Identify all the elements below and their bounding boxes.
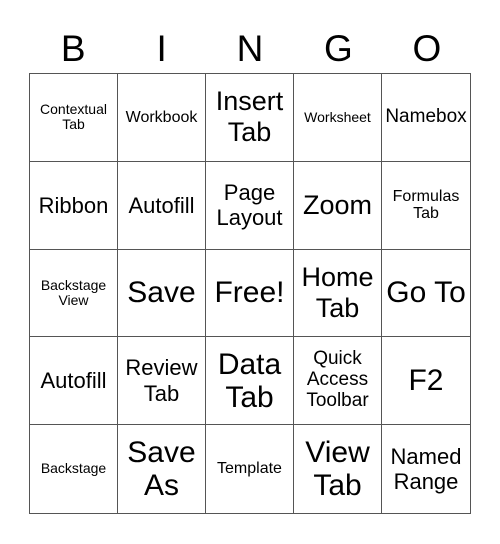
bingo-cell[interactable]: Ribbon [30,161,118,250]
free-space-cell[interactable]: Free! [206,249,294,338]
bingo-cell[interactable]: Quick Access Toolbar [294,337,382,426]
bingo-cell[interactable]: Save As [118,425,206,513]
bingo-cell[interactable]: Insert Tab [206,74,294,162]
bingo-cell[interactable]: Contextual Tab [30,74,118,162]
bingo-cell[interactable]: Autofill [30,337,118,426]
header-letter-g: G [324,28,353,69]
bingo-card: Contextual Tab Workbook Insert Tab Works… [29,73,471,514]
bingo-cell[interactable]: Worksheet [294,74,382,162]
bingo-cell[interactable]: Backstage [30,425,118,513]
bingo-cell[interactable]: F2 [382,337,470,426]
header-letter-o: O [412,28,442,69]
bingo-cell[interactable]: Workbook [118,74,206,162]
bingo-cell[interactable]: Named Range [382,425,470,513]
bingo-cell[interactable]: Save [118,249,206,338]
bingo-cell[interactable]: Data Tab [206,337,294,426]
bingo-cell[interactable]: Backstage View [30,249,118,338]
bingo-cell[interactable]: View Tab [294,425,382,513]
bingo-cell[interactable]: Go To [382,250,470,338]
bingo-cell[interactable]: Review Tab [118,337,206,426]
bingo-cell[interactable]: Namebox [382,74,470,162]
header-letter-b: B [60,28,86,69]
bingo-cell[interactable]: Template [206,425,294,513]
bingo-cell[interactable]: Page Layout [206,161,294,250]
bingo-cell[interactable]: Home Tab [294,249,382,338]
header-letter-n: N [236,28,264,69]
header-letter-i: I [156,28,167,69]
bingo-cell[interactable]: Zoom [294,161,382,250]
bingo-cell[interactable]: Autofill [118,161,206,250]
bingo-header: B I N G O [29,26,471,72]
bingo-cell[interactable]: Formulas Tab [382,162,470,250]
